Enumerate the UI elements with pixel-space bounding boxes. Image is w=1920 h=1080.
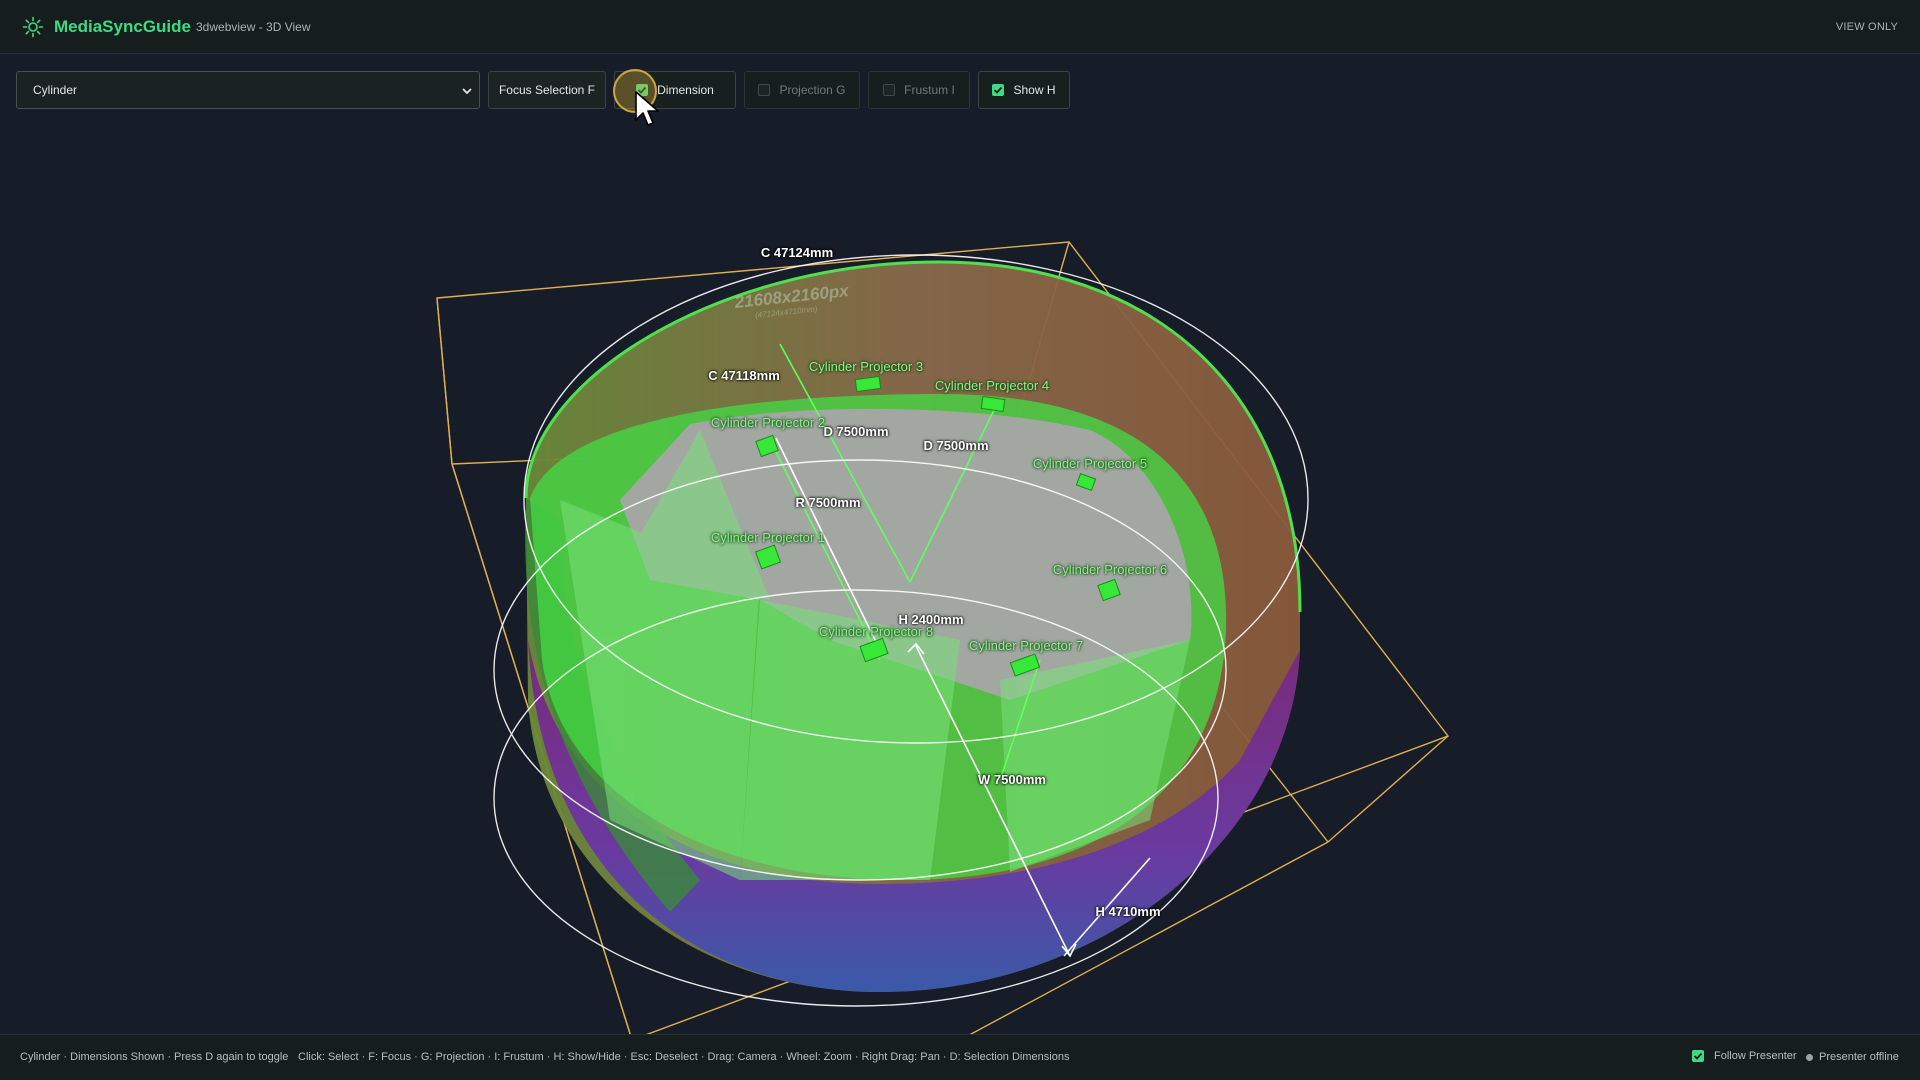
- view-only-badge: VIEW ONLY: [1835, 21, 1898, 33]
- projector-3-label[interactable]: Cylinder Projector 3: [809, 360, 923, 374]
- projector-1-label[interactable]: Cylinder Projector 1: [711, 531, 825, 545]
- width-label: W 7500mm: [978, 772, 1046, 787]
- frustum-toggle[interactable]: Frustum I: [868, 71, 970, 109]
- projection-checkbox[interactable]: [758, 84, 771, 96]
- radius-label: R 7500mm: [795, 495, 861, 510]
- selection-status: Cylinder · Dimensions Shown · Press D ag…: [20, 1051, 289, 1063]
- presenter-status: Presenter offline: [1806, 1051, 1899, 1063]
- follow-presenter-label: Follow Presenter: [1714, 1050, 1797, 1062]
- diameter-label-b: D 7500mm: [923, 438, 989, 453]
- outer-height-label: H 4710mm: [1095, 904, 1161, 919]
- view-subtitle: 3dwebview - 3D View: [196, 20, 311, 34]
- outer-circumference-label: C 47124mm: [760, 245, 834, 260]
- show-toggle[interactable]: Show H: [978, 71, 1070, 109]
- projector-2-label[interactable]: Cylinder Projector 2: [711, 416, 825, 430]
- 3d-viewport[interactable]: 21608x2160px (47124x4710mm) C 47124mm C …: [0, 130, 1920, 1034]
- frustum-label: Frustum I: [904, 83, 955, 97]
- dimension-label: Dimension: [657, 83, 714, 97]
- status-dot-icon: [1806, 1053, 1813, 1061]
- show-label: Show H: [1013, 83, 1056, 97]
- projection-toggle[interactable]: Projection G: [744, 71, 860, 109]
- inner-circumference-label: C 47118mm: [708, 368, 780, 383]
- frustum-checkbox[interactable]: [883, 84, 896, 96]
- projector-4-marker: [980, 395, 1006, 413]
- projector-5-label[interactable]: Cylinder Projector 5: [1033, 457, 1147, 471]
- mouse-cursor-icon: [635, 91, 659, 126]
- object-select[interactable]: Cylinder: [16, 71, 480, 109]
- presenter-status-label: Presenter offline: [1819, 1051, 1899, 1063]
- check-icon: [1693, 1052, 1703, 1060]
- object-select-value: Cylinder: [33, 83, 78, 97]
- projector-4-label[interactable]: Cylinder Projector 4: [935, 379, 1049, 393]
- focus-selection-button[interactable]: Focus Selection F: [488, 71, 606, 109]
- projector-7-label[interactable]: Cylinder Projector 7: [969, 639, 1083, 653]
- projection-label: Projection G: [779, 83, 846, 97]
- app-title: MediaSyncGuide: [54, 17, 191, 36]
- 3d-scene[interactable]: 21608x2160px (47124x4710mm): [0, 130, 1920, 1034]
- check-icon: [994, 86, 1003, 94]
- app-header: MediaSyncGuide 3dwebview - 3D View VIEW …: [0, 0, 1920, 54]
- keyboard-shortcuts: Click: Select · F: Focus · G: Projection…: [298, 1051, 1070, 1063]
- projector-6-label[interactable]: Cylinder Projector 6: [1053, 563, 1167, 577]
- show-checkbox[interactable]: [992, 84, 1005, 96]
- logo-icon: [22, 16, 44, 38]
- focus-selection-label: Focus Selection F: [498, 83, 596, 97]
- projector-8-label[interactable]: Cylinder Projector 8: [819, 625, 933, 639]
- follow-presenter-toggle[interactable]: Follow Presenter: [1692, 1050, 1797, 1062]
- follow-presenter-checkbox[interactable]: [1692, 1050, 1704, 1062]
- diameter-label-a: D 7500mm: [823, 424, 889, 439]
- status-bar: Cylinder · Dimensions Shown · Press D ag…: [0, 1034, 1920, 1080]
- chevron-down-icon: [462, 88, 472, 95]
